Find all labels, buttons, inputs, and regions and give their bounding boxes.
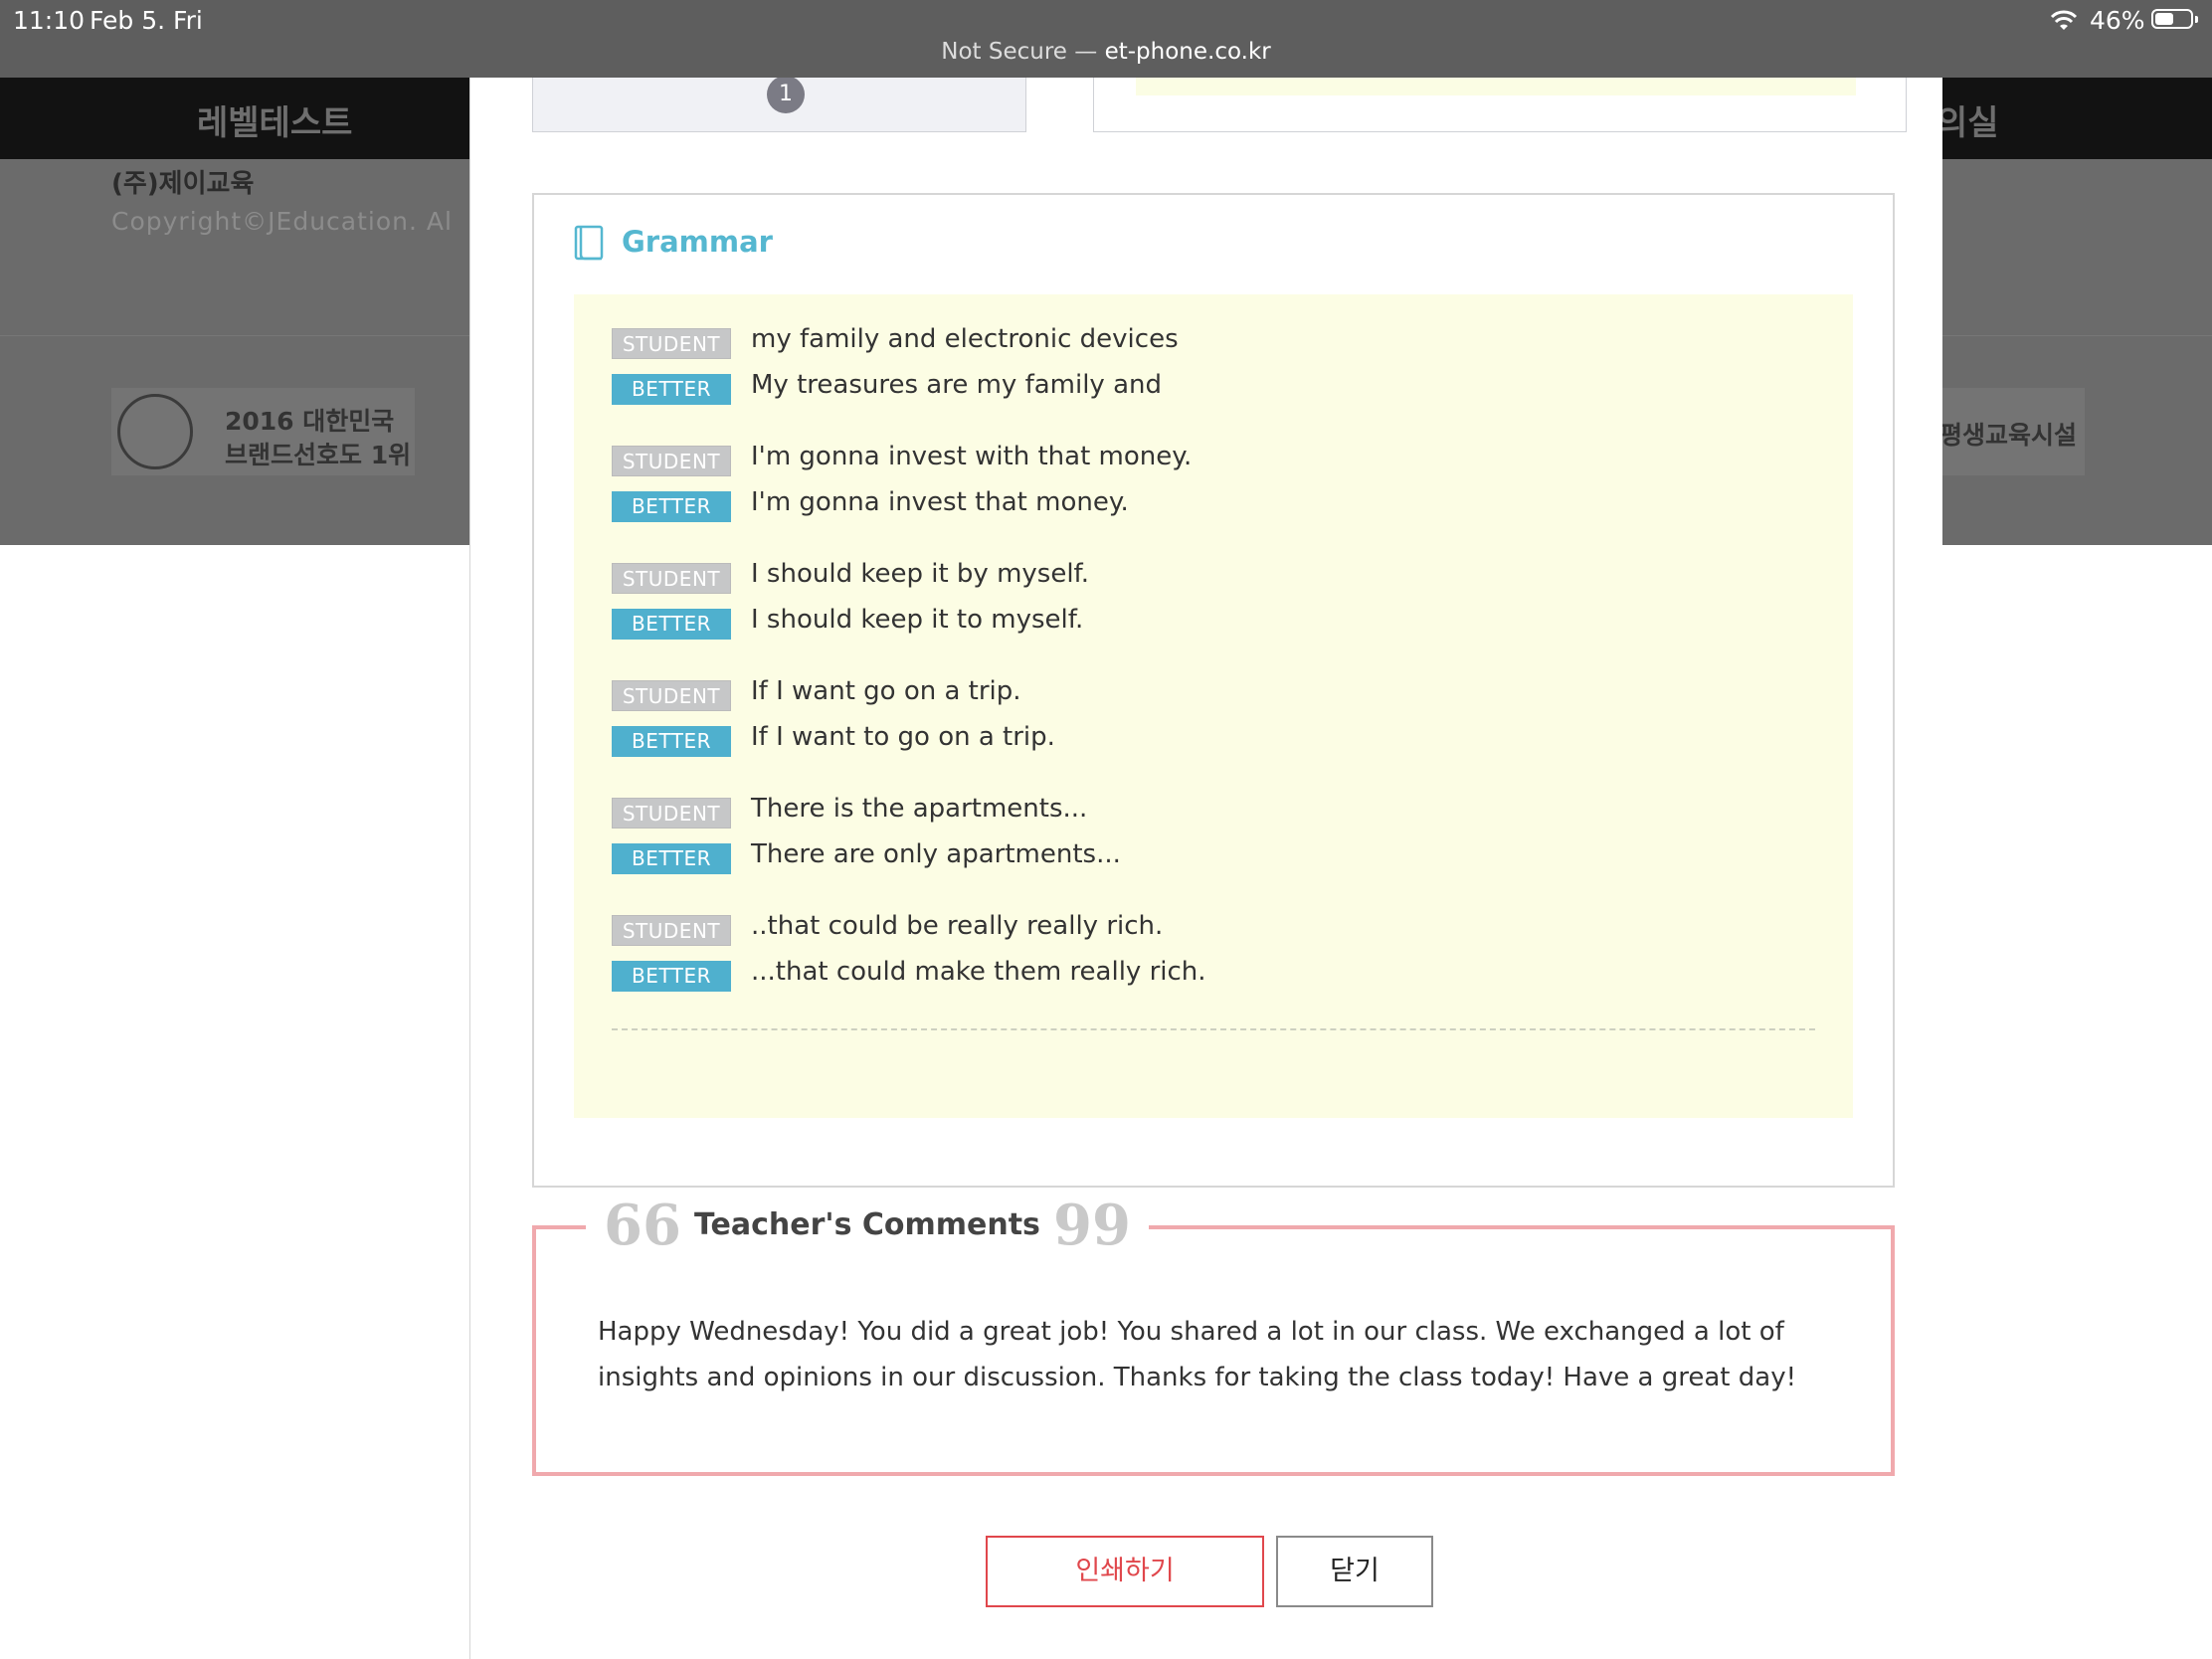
lifelong-label: 평생교육시설 <box>1939 421 2078 450</box>
teacher-comments-box: 66 Teacher's Comments 99 Happy Wednesday… <box>532 1198 1895 1476</box>
better-badge: BETTER <box>612 843 731 874</box>
student-sentence: my family and electronic devices <box>751 324 1179 354</box>
better-sentence: I should keep it to myself. <box>751 605 1084 635</box>
student-sentence: I should keep it by myself. <box>751 559 1090 589</box>
better-sentence: If I want to go on a trip. <box>751 722 1055 752</box>
student-badge: STUDENT <box>612 680 731 711</box>
award-line2: 브랜드선호도 1위 <box>225 441 412 469</box>
battery-percent: 46% <box>2090 6 2145 35</box>
student-sentence: There is the apartments... <box>751 794 1088 824</box>
student-badge: STUDENT <box>612 328 731 359</box>
teacher-comments-heading: 66 Teacher's Comments 99 <box>586 1198 1149 1253</box>
student-badge: STUDENT <box>612 915 731 946</box>
book-icon <box>574 225 604 261</box>
battery-icon <box>2151 9 2198 29</box>
grammar-title: Grammar <box>622 225 773 259</box>
student-badge: STUDENT <box>612 446 731 476</box>
close-quote-icon: 99 <box>1053 1193 1131 1258</box>
nav-classroom: 의실 <box>1936 103 1999 143</box>
address-bar[interactable]: Not Secure — et-phone.co.kr <box>0 39 2212 65</box>
better-badge: BETTER <box>612 491 731 522</box>
print-button[interactable]: 인쇄하기 <box>986 1536 1264 1607</box>
page-number-badge: 1 <box>767 76 805 113</box>
correction-pair: STUDENT ..that could be really really ric… <box>612 907 1805 999</box>
status-time: 11:10 <box>13 6 86 35</box>
better-badge: BETTER <box>612 726 731 757</box>
student-badge: STUDENT <box>612 563 731 594</box>
previous-section-box: 1 <box>532 76 1026 132</box>
award-seal-icon <box>117 394 193 469</box>
award-line1: 2016 대한민국 <box>225 407 395 436</box>
better-badge: BETTER <box>612 609 731 640</box>
url-domain: et-phone.co.kr <box>1104 39 1271 65</box>
better-sentence: I'm gonna invest that money. <box>751 487 1129 517</box>
correction-pair: STUDENT If I want go on a trip. BETTER If … <box>612 672 1805 764</box>
report-modal: 1 Grammar STUDENT my family and electroni… <box>469 76 1942 1659</box>
grammar-corrections: STUDENT my family and electronic devices … <box>574 294 1853 1118</box>
better-badge: BETTER <box>612 374 731 405</box>
grammar-card: Grammar STUDENT my family and electronic … <box>532 193 1895 1188</box>
better-sentence: ...that could make them really rich. <box>751 957 1206 987</box>
wifi-icon <box>2050 10 2078 30</box>
previous-yellow-panel <box>1136 78 1856 95</box>
dashed-divider <box>612 1028 1815 1030</box>
correction-pair: STUDENT I should keep it by myself. BETTE… <box>612 555 1805 646</box>
student-sentence: If I want go on a trip. <box>751 676 1021 706</box>
student-sentence: ..that could be really really rich. <box>751 911 1164 941</box>
company-name: (주)제이교육 <box>111 169 255 199</box>
status-date: Feb 5. Fri <box>90 6 203 35</box>
copyright-text: Copyright©JEducation. Al <box>111 207 453 236</box>
better-sentence: My treasures are my family and <box>751 370 1162 400</box>
nav-level-test: 레벨테스트 <box>197 103 353 143</box>
better-sentence: There are only apartments... <box>751 839 1121 869</box>
correction-pair: STUDENT There is the apartments... BETTER… <box>612 790 1805 881</box>
better-badge: BETTER <box>612 961 731 992</box>
teacher-comments-title: Teacher's Comments <box>694 1207 1040 1242</box>
not-secure-label: Not Secure — <box>941 39 1105 65</box>
previous-section-box-right <box>1093 78 1907 132</box>
teacher-comment-text: Happy Wednesday! You did a great job! Yo… <box>598 1317 1797 1392</box>
student-sentence: I'm gonna invest with that money. <box>751 442 1193 471</box>
status-bar: 11:10 Feb 5. Fri Not Secure — et-phone.c… <box>0 0 2212 78</box>
student-badge: STUDENT <box>612 798 731 829</box>
correction-pair: STUDENT I'm gonna invest with that money.… <box>612 438 1805 529</box>
correction-pair: STUDENT my family and electronic devices … <box>612 320 1805 412</box>
open-quote-icon: 66 <box>604 1193 681 1258</box>
close-button[interactable]: 닫기 <box>1276 1536 1433 1607</box>
award-badge: 2016 대한민국 브랜드선호도 1위 <box>111 388 415 475</box>
